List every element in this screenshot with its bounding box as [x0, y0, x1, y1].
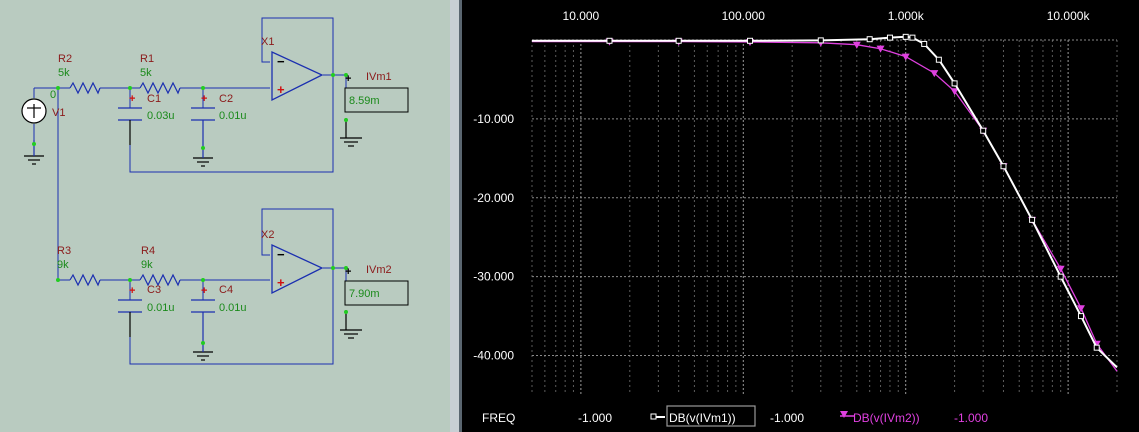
data-point-ivm1 [902, 33, 909, 40]
data-point-ivm1 [1029, 216, 1036, 223]
meter2-plus: + [345, 266, 351, 278]
r4-value: 9k [141, 259, 153, 271]
x-tick-label: 10.000 [563, 9, 600, 23]
r1-value: 5k [140, 67, 152, 79]
meter-ivm1-reading: 8.59m [349, 95, 380, 107]
square-marker-icon [650, 413, 657, 420]
c2-plus: + [201, 93, 207, 105]
r2-name: R2 [58, 53, 72, 65]
data-point-ivm1 [909, 34, 916, 41]
opamp-x1-name: X1 [261, 36, 274, 48]
cursor-value-2: -1.000 [770, 411, 804, 425]
c3-value: 0.01u [147, 302, 175, 314]
meter-ivm1-name: IVm1 [366, 71, 392, 83]
c3-name: C3 [147, 284, 161, 296]
data-point-ivm1 [921, 40, 928, 47]
opamp-x1-plus: + [277, 82, 285, 97]
cursor-value-3: -1.000 [954, 411, 988, 425]
c1-value: 0.03u [147, 110, 175, 122]
c4-value: 0.01u [219, 302, 247, 314]
data-point-ivm1 [1093, 344, 1100, 351]
c1-name: C1 [147, 93, 161, 105]
data-point-ivm1 [951, 80, 958, 87]
data-point-ivm1 [886, 34, 893, 41]
data-point-ivm1 [1077, 313, 1084, 320]
c2-value: 0.01u [219, 110, 247, 122]
opamp-x2-plus: + [277, 275, 285, 290]
data-point-ivm1 [747, 37, 754, 44]
y-tick-label: -30.000 [473, 270, 514, 284]
v1-value: 0 [50, 89, 56, 101]
x-tick-label: 10.000k [1047, 9, 1091, 23]
c4-plus: + [201, 285, 207, 297]
legend-label-ivm2: DB(v(IVm2)) [853, 411, 920, 425]
r3-name: R3 [57, 245, 71, 257]
opamp-x2-minus: − [277, 247, 285, 262]
plot-background [462, 0, 1139, 432]
x-axis-label: FREQ [482, 411, 515, 425]
meter-ivm2-name: IVm2 [366, 264, 392, 276]
meter1-plus: + [345, 73, 351, 85]
cursor-value-1: -1.000 [578, 411, 612, 425]
c3-plus: + [129, 285, 135, 297]
v1-name: V1 [52, 107, 65, 119]
data-point-ivm1 [866, 36, 873, 43]
splitter-bar[interactable] [450, 0, 462, 432]
data-point-ivm1 [606, 37, 613, 44]
data-point-ivm1 [980, 127, 987, 134]
c4-name: C4 [219, 284, 233, 296]
r3-value: 9k [57, 259, 69, 271]
r4-name: R4 [141, 245, 155, 257]
y-tick-label: -20.000 [473, 191, 514, 205]
x-tick-label: 100.000 [722, 9, 766, 23]
opamp-x2-name: X2 [261, 229, 274, 241]
c1-plus: + [129, 93, 135, 105]
x-tick-label: 1.000k [888, 9, 925, 23]
opamp-x1-minus: − [277, 54, 285, 69]
y-tick-label: -40.000 [473, 349, 514, 363]
bode-plot[interactable]: 10.000 100.000 1.000k 10.000k -10.000 -20.000… [462, 0, 1139, 432]
y-tick-label: -10.000 [473, 112, 514, 126]
data-point-ivm1 [817, 37, 824, 44]
data-point-ivm1 [675, 37, 682, 44]
c2-name: C2 [219, 93, 233, 105]
data-point-ivm1 [935, 56, 942, 63]
r2-value: 5k [58, 67, 70, 79]
legend-label-ivm1: DB(v(IVm1)) [669, 411, 736, 425]
data-point-ivm1 [1000, 163, 1007, 170]
meter-ivm2-reading: 7.90m [349, 288, 380, 300]
schematic-canvas[interactable]: − + − + + + + + + + R2 5k R1 5k R3 9k R4… [0, 0, 450, 432]
r1-name: R1 [140, 53, 154, 65]
voltage-source-v1[interactable] [21, 98, 47, 124]
data-point-ivm1 [1057, 273, 1064, 280]
app-window: − + − + + + + + + + R2 5k R1 5k R3 9k R4… [0, 0, 1139, 432]
